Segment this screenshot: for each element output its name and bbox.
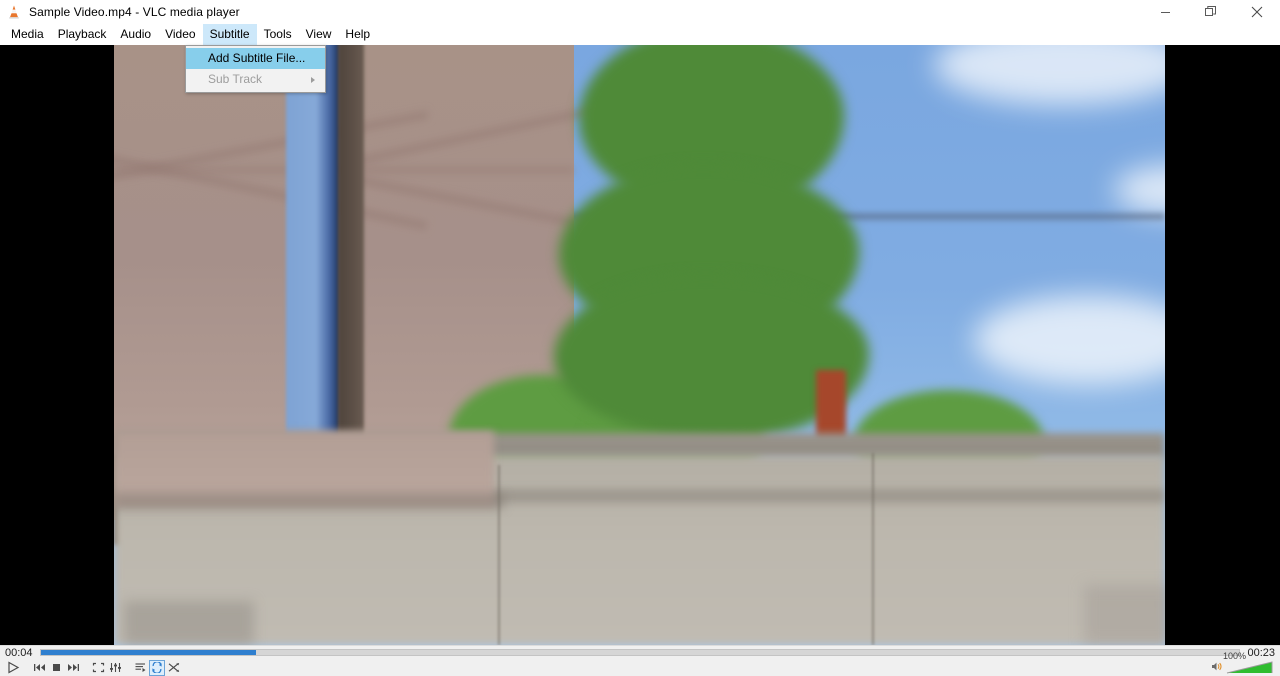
shuffle-button[interactable] bbox=[166, 660, 182, 676]
previous-button[interactable] bbox=[31, 660, 47, 676]
volume-percent-label: 100% bbox=[1223, 651, 1247, 661]
menu-option-sub-track-label: Sub Track bbox=[208, 72, 263, 86]
window-title: Sample Video.mp4 - VLC media player bbox=[29, 5, 240, 19]
stop-button[interactable] bbox=[48, 660, 64, 676]
menu-item-playback[interactable]: Playback bbox=[51, 24, 114, 45]
close-button[interactable] bbox=[1234, 0, 1280, 24]
menu-item-view[interactable]: View bbox=[299, 24, 339, 45]
transport-controls bbox=[0, 659, 1211, 676]
pole-right bbox=[872, 453, 874, 645]
title-bar-left: Sample Video.mp4 - VLC media player bbox=[0, 0, 1142, 24]
menu-item-help[interactable]: Help bbox=[338, 24, 377, 45]
fullscreen-button[interactable] bbox=[90, 660, 106, 676]
menu-item-audio[interactable]: Audio bbox=[113, 24, 158, 45]
next-button[interactable] bbox=[65, 660, 81, 676]
elapsed-time[interactable]: 00:04 bbox=[0, 646, 38, 660]
seek-bar-row: 00:04 00:23 bbox=[0, 645, 1280, 659]
video-display-area[interactable] bbox=[0, 45, 1280, 645]
window-controls bbox=[1142, 0, 1280, 24]
playlist-button[interactable] bbox=[132, 660, 148, 676]
vlc-window: Sample Video.mp4 - VLC media player Medi bbox=[0, 0, 1280, 676]
menu-item-subtitle[interactable]: Subtitle bbox=[202, 24, 257, 45]
subtitle-dropdown-menu: Add Subtitle File... Sub Track bbox=[185, 45, 326, 93]
menu-item-media[interactable]: Media bbox=[4, 24, 51, 45]
menu-option-add-subtitle-file[interactable]: Add Subtitle File... bbox=[186, 48, 325, 69]
volume-controls: 100% bbox=[1211, 652, 1280, 676]
restore-button[interactable] bbox=[1188, 0, 1234, 24]
volume-slider[interactable] bbox=[1226, 661, 1274, 674]
control-bar: 100% bbox=[0, 652, 1280, 676]
title-bar: Sample Video.mp4 - VLC media player bbox=[0, 0, 1280, 24]
video-frame bbox=[114, 45, 1165, 645]
loop-button[interactable] bbox=[149, 659, 165, 676]
total-time[interactable]: 00:23 bbox=[1242, 646, 1280, 660]
extended-settings-button[interactable] bbox=[107, 660, 123, 676]
tree-trunk bbox=[816, 370, 846, 440]
speaker-icon[interactable] bbox=[1211, 659, 1223, 676]
wall-base-shadow bbox=[114, 493, 504, 509]
foreground-smudge-left bbox=[124, 601, 254, 645]
menu-bar: Media Playback Audio Video Subtitle Tool… bbox=[0, 24, 1280, 45]
seek-slider[interactable] bbox=[39, 649, 1241, 656]
wall-pillar-dark bbox=[338, 45, 364, 487]
menu-option-sub-track[interactable]: Sub Track bbox=[186, 69, 325, 90]
menu-item-video[interactable]: Video bbox=[158, 24, 202, 45]
submenu-chevron-right-icon bbox=[311, 76, 315, 83]
seek-progress-fill bbox=[40, 650, 257, 655]
foreground-smudge-right bbox=[1084, 585, 1165, 645]
menu-item-tools[interactable]: Tools bbox=[257, 24, 299, 45]
minimize-button[interactable] bbox=[1142, 0, 1188, 24]
play-button[interactable] bbox=[3, 660, 22, 676]
vlc-cone-icon bbox=[6, 4, 22, 20]
pole-left bbox=[498, 465, 500, 645]
volume-widget[interactable]: 100% bbox=[1211, 652, 1274, 676]
window-column bbox=[286, 45, 340, 487]
